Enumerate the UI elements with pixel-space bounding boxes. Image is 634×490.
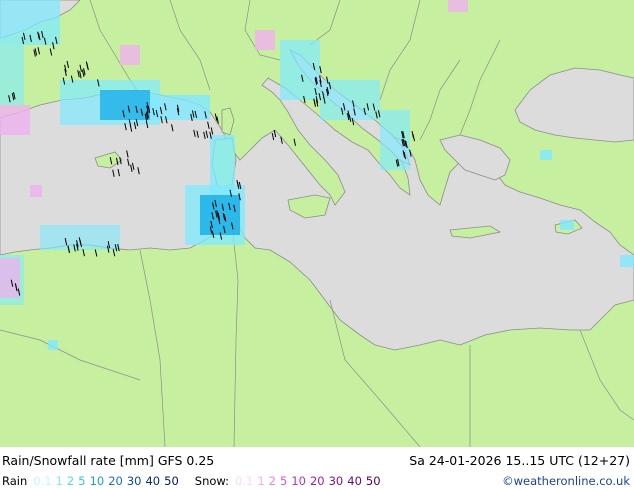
- snow-legend-value: 5: [280, 474, 288, 488]
- snow-legend-value: 10: [291, 474, 306, 488]
- rain-legend-value: 1: [55, 474, 63, 488]
- rain-legend-value: 50: [164, 474, 179, 488]
- snow-legend-value: 40: [347, 474, 362, 488]
- legend: Rain 0.1 1 2 5 10 20 30 40 50 Snow: 0.1 1 2 5 10 20 30…: [2, 474, 385, 488]
- map-footer: Rain/Snowfall rate [mm] GFS 0.25 Sa 24-0…: [0, 447, 634, 490]
- rain-legend-value: 0.1: [33, 474, 52, 488]
- rain-legend-value: 30: [126, 474, 142, 488]
- snow-legend-label: Snow:: [194, 474, 230, 488]
- snow-legend-values: 0.1 1 2 5 10 20 30 40 50: [235, 474, 384, 488]
- rain-legend-label: Rain: [2, 474, 28, 488]
- snow-legend-value: 1: [257, 474, 265, 488]
- rain-legend-value: 5: [78, 474, 86, 488]
- snow-legend-value: 50: [365, 474, 381, 488]
- snow-legend-value: 30: [328, 474, 344, 488]
- map-title: Rain/Snowfall rate [mm] GFS 0.25: [2, 453, 215, 468]
- snow-legend-value: 2: [268, 474, 276, 488]
- precipitation-map: [0, 0, 634, 447]
- credit-link[interactable]: ©weatheronline.co.uk: [502, 474, 630, 488]
- map-area: [0, 0, 634, 447]
- rain-legend-values: 0.1 1 2 5 10 20 30 40 50: [33, 474, 182, 488]
- forecast-datetime: Sa 24-01-2026 15..15 UTC (12+27): [409, 453, 630, 468]
- rain-legend-value: 10: [89, 474, 105, 488]
- rain-legend-value: 20: [108, 474, 123, 488]
- rain-legend-value: 2: [66, 474, 75, 488]
- snow-legend-value: 20: [309, 474, 325, 488]
- rain-legend-value: 40: [145, 474, 161, 488]
- snow-legend-value: 0.1: [235, 474, 254, 488]
